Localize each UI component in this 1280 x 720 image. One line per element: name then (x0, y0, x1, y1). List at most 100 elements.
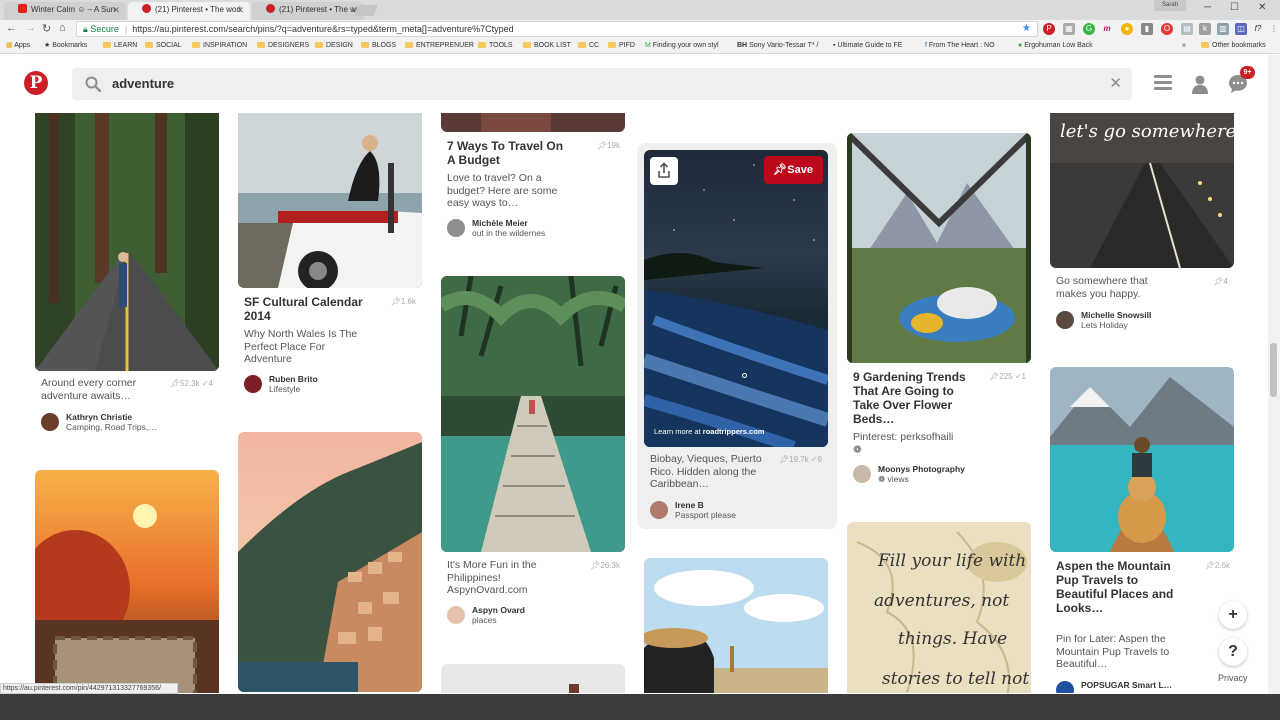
extension-icon[interactable]: ▥ (1217, 23, 1229, 35)
reload-icon[interactable]: ↻ (42, 22, 51, 35)
save-button[interactable]: 📌︎ Save (764, 156, 823, 184)
search-input[interactable]: adventure (112, 68, 174, 100)
browser-tab-active[interactable]: (21) Pinterest • The worl ✕ (128, 2, 250, 20)
menu-kebab-icon[interactable]: ⋮ (1268, 23, 1280, 35)
close-tab-icon[interactable]: ✕ (112, 2, 120, 18)
pin-attribution[interactable]: Kathryn Christie Camping, Road Trips,… (66, 412, 157, 432)
avatar[interactable] (650, 501, 668, 519)
pin-image[interactable] (847, 133, 1031, 363)
bookmark-folder[interactable]: LEARN (103, 39, 137, 53)
menu-icon[interactable] (1154, 75, 1172, 91)
bookmark-folder[interactable]: CC (578, 39, 599, 53)
minimize-icon[interactable]: ─ (1204, 2, 1211, 13)
bookmark-folder[interactable]: PIFD (608, 39, 635, 53)
bookmark-star-icon[interactable]: ★ (1022, 22, 1031, 36)
pin-attribution[interactable]: Michelle Snowsill Lets Holiday (1081, 310, 1151, 330)
extension-icon[interactable]: ▤ (1181, 23, 1193, 35)
pin-image[interactable] (441, 113, 625, 132)
avatar[interactable] (244, 375, 262, 393)
lake-dog-canoe-photo (1050, 367, 1234, 552)
pin-attribution[interactable]: Irene B Passport please (675, 500, 736, 520)
url-bar[interactable]: 🔒︎ Secure | https://au.pinterest.com/searc… (76, 21, 1038, 37)
pinterest-favicon-icon (266, 4, 275, 13)
page-scrollbar[interactable] (1268, 55, 1280, 695)
bookmark-apps[interactable]: ▦ Apps (6, 39, 30, 53)
avatar[interactable] (1056, 681, 1074, 693)
back-icon[interactable]: ← (6, 22, 17, 34)
pin-image[interactable] (238, 113, 422, 288)
privacy-link[interactable]: Privacy (1218, 673, 1248, 683)
pin-attribution[interactable]: Ruben Brito Lifestyle (269, 374, 318, 394)
pin-description: Why North Wales Is The Perfect Place For… (244, 328, 358, 365)
bookmark-folder[interactable]: TOOLS (478, 39, 513, 53)
grammarly-extension-icon[interactable]: G (1083, 23, 1095, 35)
youtube-icon (18, 4, 27, 13)
extension-icon[interactable]: ▮ (1141, 23, 1153, 35)
bookmark-folder[interactable]: BLOGS (361, 39, 396, 53)
quote-line: adventures, not (874, 591, 1010, 611)
avatar[interactable] (447, 606, 465, 624)
extension-icon[interactable]: k (1199, 23, 1211, 35)
pinterest-extension-icon[interactable]: P (1043, 23, 1055, 35)
bookmark-folder[interactable]: SOCIAL (145, 39, 182, 53)
repin-count: 📌︎26.3k (590, 561, 620, 570)
bookmark-overflow-icon[interactable]: » (1182, 39, 1186, 53)
bookmark-folder[interactable]: ENTREPRENUER (405, 39, 474, 53)
pin-image[interactable] (1050, 367, 1234, 552)
bookmark-folder[interactable]: DESIGNERS (257, 39, 309, 53)
share-button[interactable] (650, 157, 678, 185)
extension-icon[interactable]: O (1161, 23, 1173, 35)
address-toolbar: ← → ↻ ⌂ 🔒︎ Secure | https://au.pinterest.c… (0, 20, 1280, 39)
close-window-icon[interactable]: ✕ (1258, 2, 1266, 13)
font-extension-icon[interactable]: f? (1252, 23, 1264, 35)
bookmark-folder[interactable]: BOOK LIST (523, 39, 571, 53)
bookmark-item[interactable]: ★ Bookmarks (44, 39, 87, 53)
learn-more-link[interactable]: Learn more at roadtrippers.com (654, 427, 764, 436)
bookmark-folder[interactable]: DESIGN (315, 39, 353, 53)
new-tab-button[interactable] (353, 5, 379, 16)
avatar[interactable] (1056, 311, 1074, 329)
pin-image[interactable] (238, 432, 422, 692)
maximize-icon[interactable]: ☐ (1230, 2, 1239, 13)
avatar[interactable] (41, 413, 59, 431)
bookmark-item[interactable]: ▪ Ultimate Guide to FE (833, 39, 918, 53)
scrollbar-thumb[interactable] (1270, 343, 1277, 397)
profile-button[interactable]: Sarah (1154, 0, 1186, 11)
clear-search-icon[interactable]: ✕ (1109, 68, 1122, 100)
close-tab-icon[interactable]: ✕ (236, 2, 244, 18)
extension-icon[interactable]: ◫ (1235, 23, 1247, 35)
pin-image[interactable] (35, 113, 219, 371)
pin-attribution[interactable]: POPSUGAR Smart L… (1081, 680, 1172, 690)
bookmark-item[interactable]: ● Ergohuman Low Back (1018, 39, 1108, 53)
home-icon[interactable]: ⌂ (59, 22, 66, 34)
bookmark-folder[interactable]: INSPIRATION (192, 39, 247, 53)
avatar[interactable] (853, 465, 871, 483)
pin-attribution[interactable]: Michèle Meier out in the wildernes (472, 218, 545, 238)
browser-tab[interactable]: (21) Pinterest • The worl ✕ (252, 2, 364, 20)
chrome-extension-icon[interactable]: ● (1121, 23, 1133, 35)
pin-image[interactable] (441, 664, 625, 693)
pin-attribution[interactable]: Moonys Photography ❁ views (878, 464, 965, 484)
avatar[interactable] (447, 219, 465, 237)
url-text: https://au.pinterest.com/search/pins/?q=… (132, 24, 514, 34)
forward-icon[interactable]: → (25, 22, 36, 34)
bookmark-item[interactable]: M Finding your own styl (645, 39, 730, 53)
add-pin-button[interactable]: + (1219, 601, 1247, 629)
search-bar[interactable]: adventure ✕ (72, 68, 1132, 100)
pin-image[interactable] (644, 150, 828, 447)
pin-image[interactable] (644, 558, 828, 693)
forest-road-photo (35, 113, 219, 371)
help-button[interactable]: ? (1219, 638, 1247, 666)
extension-icon[interactable]: ▦ (1063, 23, 1075, 35)
pinterest-logo-icon[interactable]: P (24, 71, 48, 95)
pin-description: Around every corner adventure awaits… (41, 377, 137, 402)
pin-image[interactable] (441, 276, 625, 552)
bookmark-other[interactable]: Other bookmarks (1201, 39, 1266, 53)
profile-icon[interactable] (1190, 74, 1210, 94)
bookmark-item[interactable]: BH Sony Vario-Tessar T* / (737, 39, 822, 53)
m-extension-icon[interactable]: m (1101, 23, 1113, 35)
pin-attribution[interactable]: Aspyn Ovard places (472, 605, 525, 625)
browser-tab[interactable]: Winter Calm ☺ – A Sun ✕ (4, 2, 126, 20)
bookmark-item[interactable]: f From The Heart : NO (925, 39, 1010, 53)
pin-image[interactable] (35, 470, 219, 693)
